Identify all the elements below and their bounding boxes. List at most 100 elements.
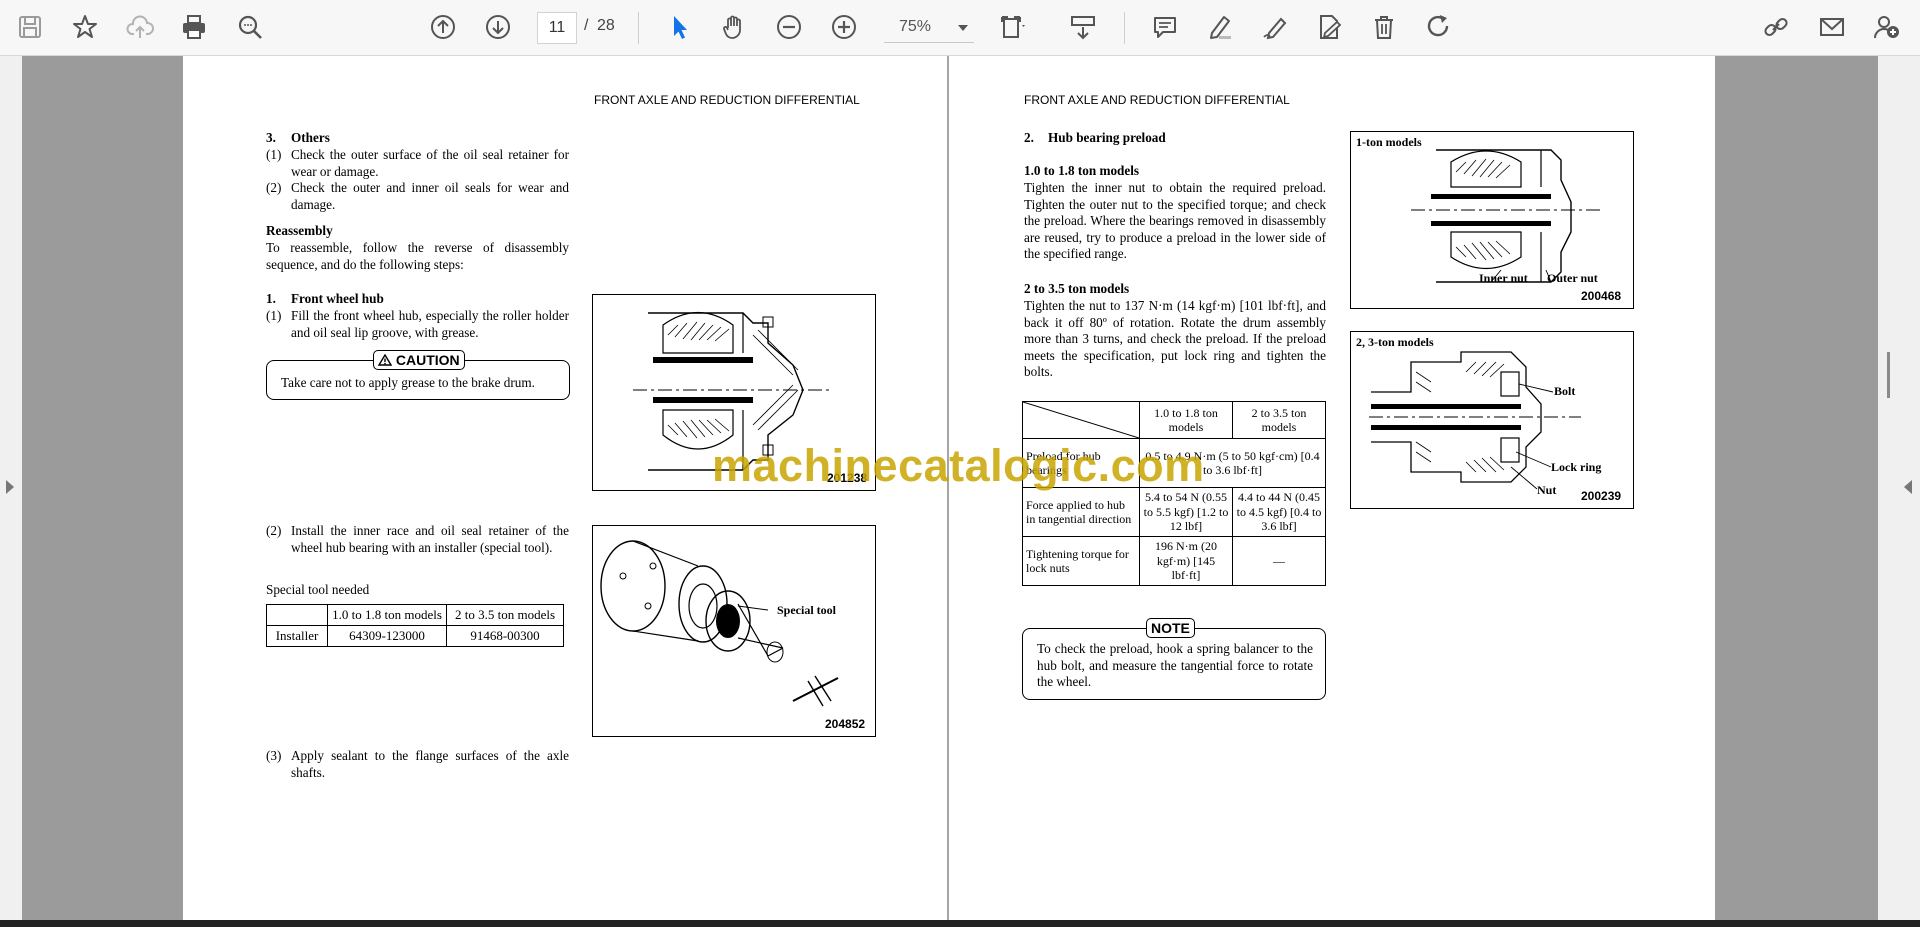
page-separator: / bbox=[584, 17, 589, 34]
table-header-cell: 1.0 to 1.8 ton models bbox=[1139, 401, 1233, 439]
subsection-title: 2 to 3.5 ton models bbox=[1024, 281, 1130, 296]
list-item-number: (2) bbox=[266, 523, 282, 538]
section-number: 3. bbox=[266, 130, 276, 145]
section-number: 2. bbox=[1024, 130, 1034, 145]
reassembly-text: To reassemble, follow the reverse of dis… bbox=[266, 240, 569, 272]
2-3-ton-hub-drawing bbox=[1369, 351, 1581, 490]
table-header-cell: 1.0 to 1.8 ton models bbox=[327, 604, 447, 626]
watermark: machinecatalogic.com bbox=[712, 440, 1205, 491]
preload-table: 1.0 to 1.8 ton models 2 to 3.5 ton model… bbox=[1022, 401, 1326, 586]
figure-label: Special tool bbox=[777, 603, 836, 617]
list-item: Install the inner race and oil seal reta… bbox=[291, 523, 569, 555]
subsection-text: Tighten the inner nut to obtain the requ… bbox=[1024, 180, 1326, 261]
subsection-title: 1.0 to 1.8 ton models bbox=[1024, 163, 1140, 178]
table-row: Installer 64309-123000 91468-00300 bbox=[266, 625, 564, 647]
table-cell: 4.4 to 44 N (0.45 to 4.5 kgf) [0.4 to 3.… bbox=[1232, 487, 1326, 537]
chevron-down-icon bbox=[958, 25, 968, 31]
list-item-number: (1) bbox=[266, 308, 282, 323]
zoom-out-icon[interactable] bbox=[771, 9, 807, 45]
table-cell: 196 N·m (20 kgf·m) [145 lbf·ft] bbox=[1139, 536, 1233, 586]
comment-icon[interactable] bbox=[1147, 9, 1183, 45]
figure-title: 1-ton models bbox=[1356, 135, 1422, 149]
list-item-number: (1) bbox=[266, 147, 282, 162]
fill-sign-icon[interactable] bbox=[1311, 9, 1347, 45]
bookmark-star-icon[interactable] bbox=[67, 9, 103, 45]
reassembly-heading: Reassembly bbox=[266, 223, 333, 238]
figure-number: 200239 bbox=[1581, 489, 1622, 503]
special-tool-label: Special tool needed bbox=[266, 582, 370, 597]
list-item-number: (3) bbox=[266, 748, 282, 763]
scrollbar-thumb[interactable] bbox=[1887, 352, 1890, 398]
section-title: Front wheel hub bbox=[291, 291, 384, 306]
special-tool-table: 1.0 to 1.8 ton models 2 to 3.5 ton model… bbox=[266, 604, 564, 647]
section-title: Others bbox=[291, 130, 330, 145]
table-header-cell: 2 to 3.5 ton models bbox=[1232, 401, 1326, 439]
delete-trash-icon[interactable] bbox=[1366, 9, 1402, 45]
toolbar: 11 / 28 75% bbox=[0, 0, 1920, 56]
list-item: Check the outer surface of the oil seal … bbox=[291, 147, 569, 179]
previous-page-icon[interactable] bbox=[425, 9, 461, 45]
table-cell: 5.4 to 54 N (0.55 to 5.5 kgf) [1.2 to 12… bbox=[1139, 487, 1233, 537]
page-header: FRONT AXLE AND REDUCTION DIFFERENTIAL bbox=[594, 93, 860, 107]
zoom-level-value: 75% bbox=[899, 18, 932, 35]
expand-left-panel-icon[interactable] bbox=[6, 480, 14, 494]
list-item: Apply sealant to the flange surfaces of … bbox=[291, 748, 569, 780]
zoom-in-icon[interactable] bbox=[826, 9, 862, 45]
list-item: Check the outer and inner oil seals for … bbox=[291, 180, 569, 212]
table-header-cell bbox=[266, 604, 328, 626]
next-page-icon[interactable] bbox=[480, 9, 516, 45]
save-icon[interactable] bbox=[12, 9, 48, 45]
toolbar-divider bbox=[1124, 12, 1125, 44]
caution-text: Take care not to apply grease to the bra… bbox=[281, 375, 535, 390]
figure-label: Inner nut bbox=[1479, 271, 1528, 285]
draw-signature-icon[interactable] bbox=[1257, 9, 1293, 45]
select-cursor-icon[interactable] bbox=[661, 9, 697, 45]
toolbar-divider bbox=[638, 12, 639, 44]
email-icon[interactable] bbox=[1814, 9, 1850, 45]
table-row-label: Force applied to hub in tangential direc… bbox=[1022, 487, 1140, 537]
zoom-level-select[interactable]: 75% bbox=[884, 12, 974, 43]
share-link-icon[interactable] bbox=[1758, 9, 1794, 45]
subsection-text: Tighten the nut to 137 N·m (14 kgf·m) [1… bbox=[1024, 298, 1326, 379]
caution-label: CAUTION bbox=[373, 350, 465, 370]
figure-label: Nut bbox=[1537, 483, 1557, 497]
table-row-label: Tightening torque for lock nuts bbox=[1022, 536, 1140, 586]
table-cell: Installer bbox=[266, 625, 328, 647]
figure-label: Bolt bbox=[1554, 384, 1576, 398]
figure-special-tool: Special tool 204852 bbox=[592, 525, 876, 737]
page-header: FRONT AXLE AND REDUCTION DIFFERENTIAL bbox=[1024, 93, 1290, 107]
cloud-upload-icon[interactable] bbox=[122, 9, 158, 45]
figure-title: 2, 3-ton models bbox=[1356, 335, 1434, 349]
print-icon[interactable] bbox=[176, 9, 212, 45]
redo-icon[interactable] bbox=[1421, 9, 1457, 45]
note-label: NOTE bbox=[1146, 618, 1195, 638]
hand-tool-icon[interactable] bbox=[716, 9, 752, 45]
figure-label: Lock ring bbox=[1551, 460, 1602, 474]
figure-1-ton-hub: 1-ton models Inner nut Outer nut 200468 bbox=[1350, 131, 1634, 309]
table-cell: — bbox=[1232, 536, 1326, 586]
caution-box: CAUTION Take care not to apply grease to… bbox=[266, 350, 570, 400]
page-fit-icon[interactable] bbox=[994, 9, 1030, 45]
table-header-row: 1.0 to 1.8 ton models 2 to 3.5 ton model… bbox=[266, 604, 564, 626]
caution-tag-text: CAUTION bbox=[395, 352, 460, 368]
table-cell: 91468-00300 bbox=[446, 625, 564, 647]
right-panel-strip[interactable] bbox=[1878, 56, 1920, 920]
table-header-cell: 2 to 3.5 ton models bbox=[446, 604, 564, 626]
table-row: Tightening torque for lock nuts 196 N·m … bbox=[1022, 536, 1326, 586]
figure-label: Outer nut bbox=[1547, 271, 1598, 285]
zoom-search-icon[interactable] bbox=[232, 9, 268, 45]
section-title: Hub bearing preload bbox=[1048, 130, 1166, 145]
expand-right-panel-icon[interactable] bbox=[1904, 480, 1912, 494]
list-item-number: (2) bbox=[266, 180, 282, 195]
note-box: NOTE To check the preload, hook a spring… bbox=[1022, 618, 1326, 700]
figure-number: 204852 bbox=[825, 717, 866, 731]
special-tool-drawing bbox=[600, 540, 839, 707]
table-cell: 64309-123000 bbox=[327, 625, 447, 647]
warning-triangle-icon bbox=[377, 353, 393, 366]
add-user-icon[interactable] bbox=[1868, 9, 1904, 45]
figure-2-3-ton-hub: 2, 3-ton models Bolt Lock ring Nut 20023… bbox=[1350, 331, 1634, 509]
scroll-mode-icon[interactable] bbox=[1065, 9, 1101, 45]
page-number-input[interactable]: 11 bbox=[537, 12, 577, 44]
table-row: Force applied to hub in tangential direc… bbox=[1022, 487, 1326, 537]
highlight-pen-icon[interactable] bbox=[1202, 9, 1238, 45]
